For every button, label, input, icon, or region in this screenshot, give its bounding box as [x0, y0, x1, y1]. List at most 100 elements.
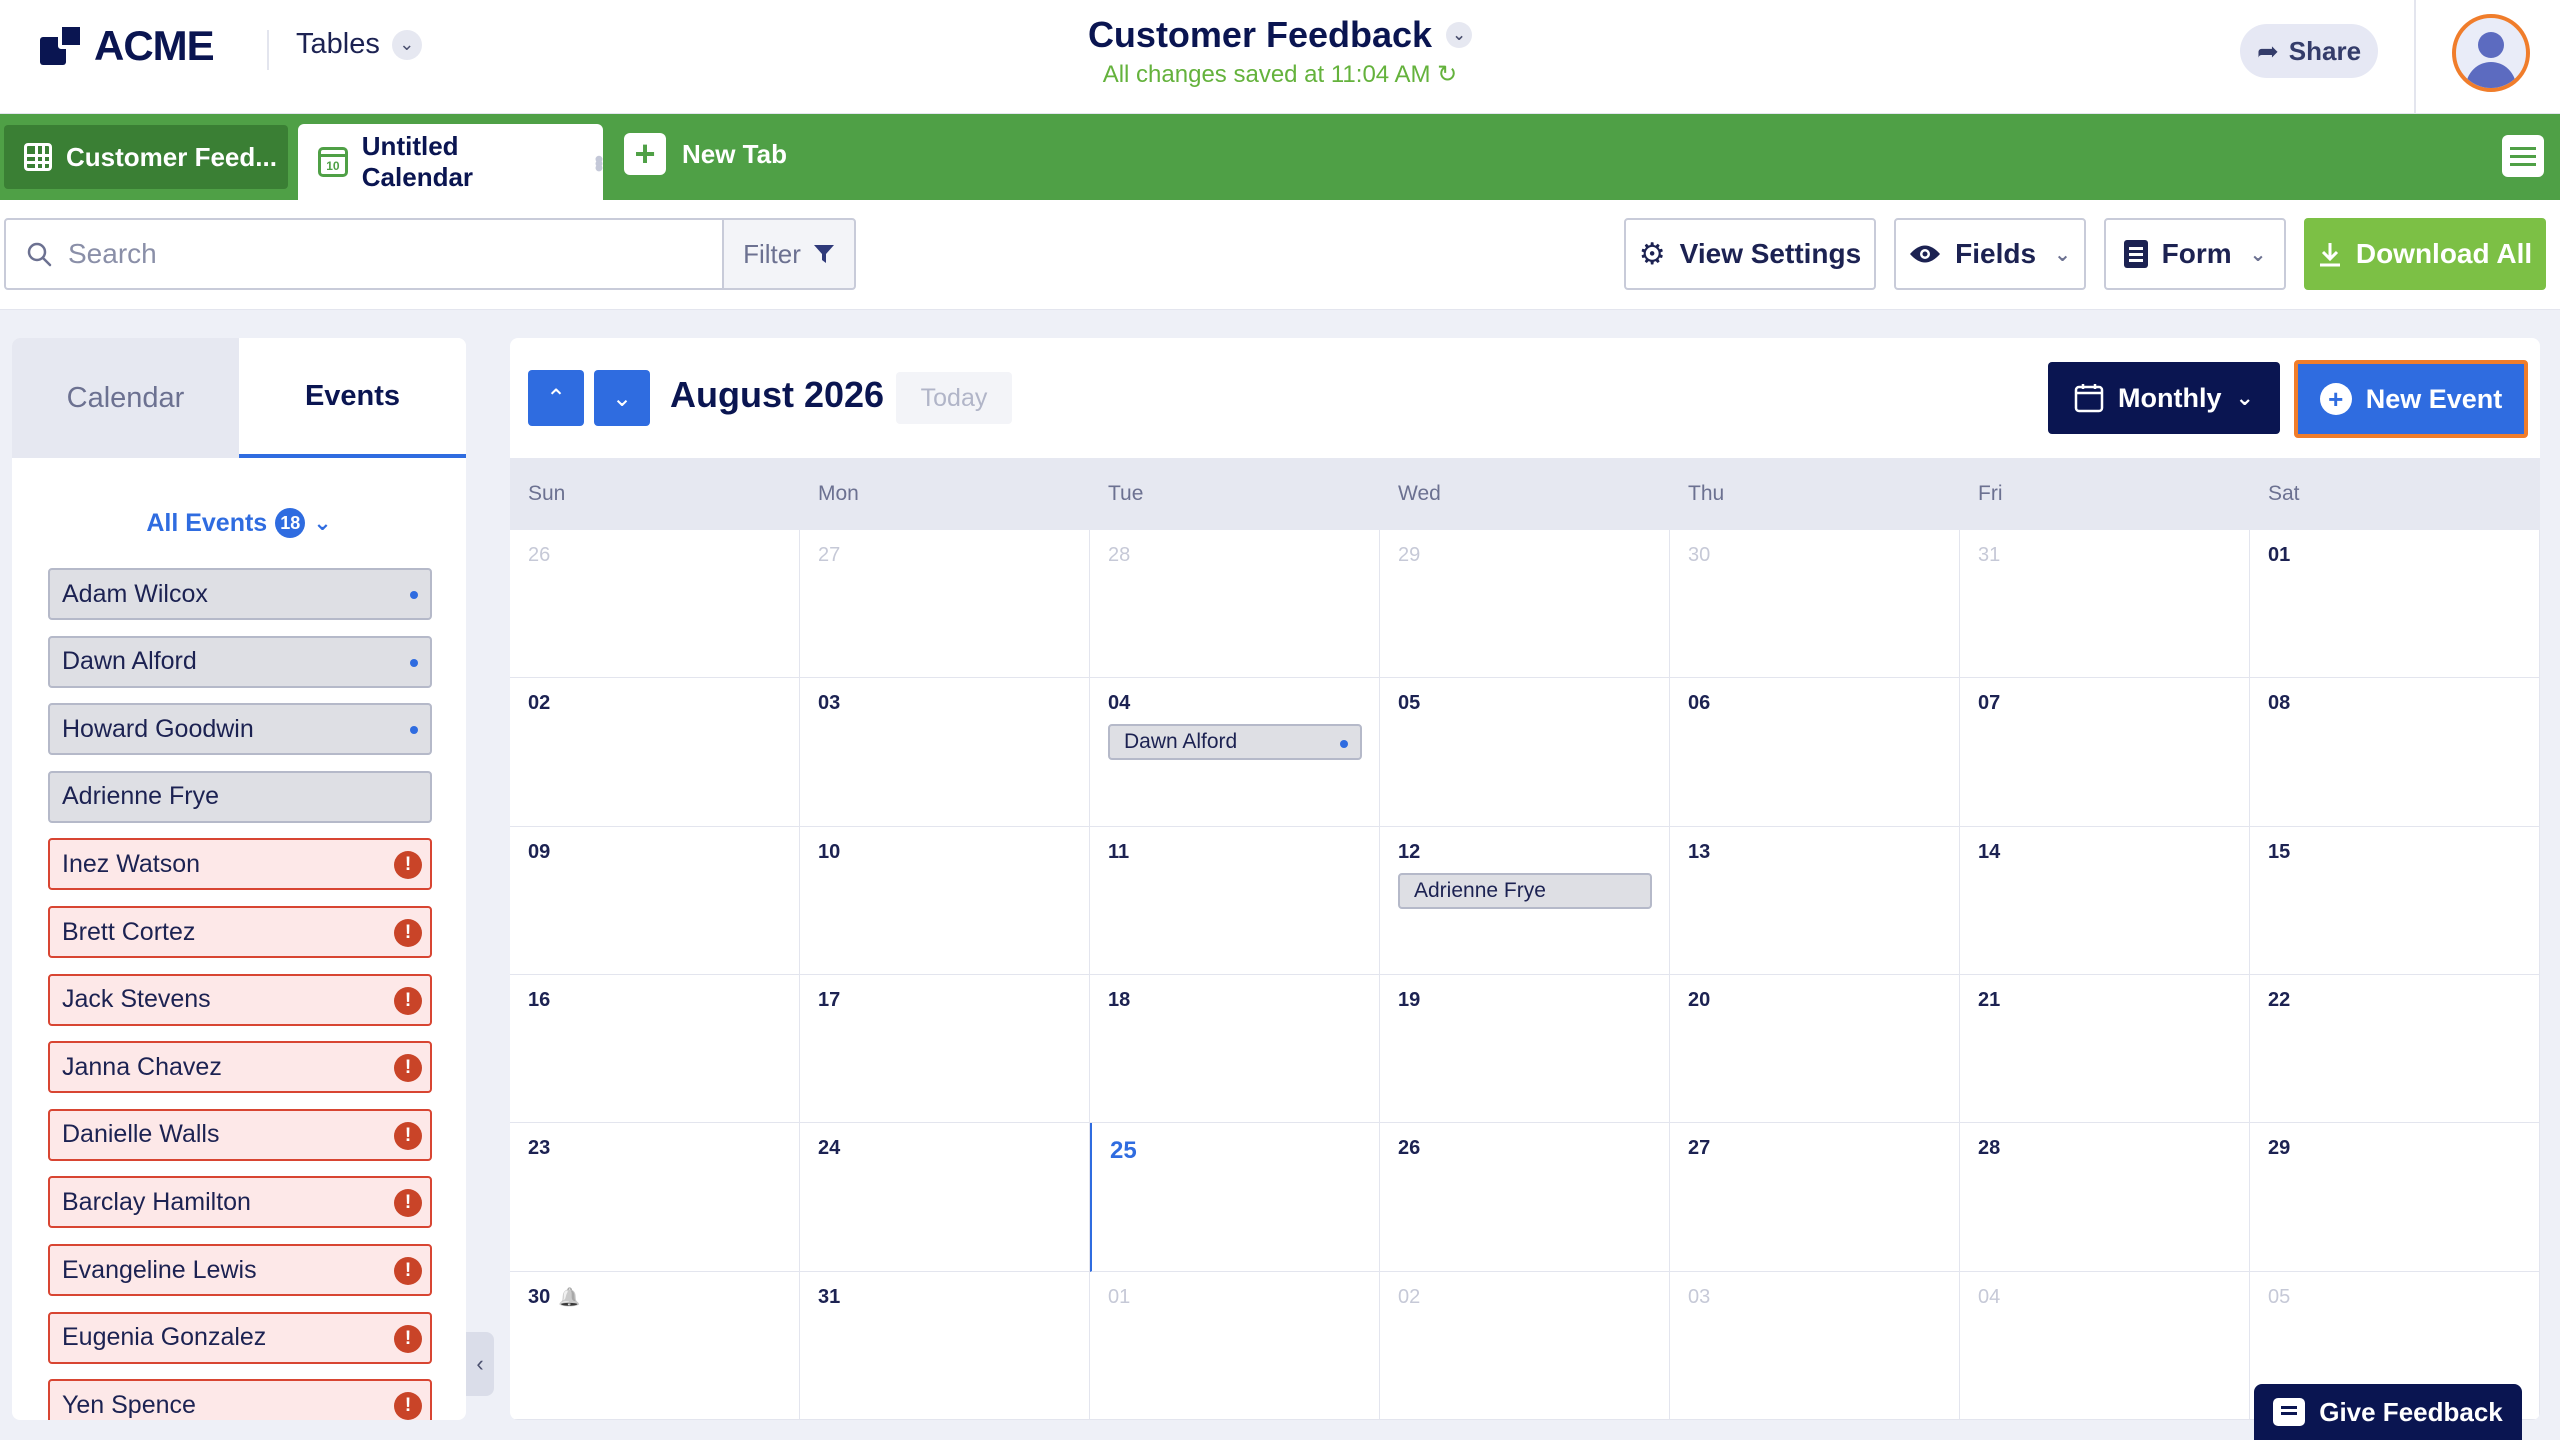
collapse-sidebar-button[interactable]: ‹	[466, 1332, 494, 1396]
day-cell[interactable]: 16	[510, 975, 800, 1124]
event-list-item[interactable]: Adam Wilcox	[48, 568, 432, 620]
day-cell[interactable]: 18	[1090, 975, 1380, 1124]
event-list-item[interactable]: Adrienne Frye	[48, 770, 432, 823]
day-cell[interactable]: 26	[510, 530, 800, 679]
event-list-item[interactable]: Janna Chavez!	[48, 1041, 432, 1094]
day-cell[interactable]: 15	[2250, 826, 2540, 975]
day-cell[interactable]: 10	[800, 826, 1090, 975]
day-cell[interactable]: 21	[1960, 975, 2250, 1124]
day-cell[interactable]: 19	[1380, 975, 1670, 1124]
day-cell[interactable]: 26	[1380, 1123, 1670, 1272]
event-list-item[interactable]: Danielle Walls!	[48, 1108, 432, 1161]
today-button[interactable]: Today	[896, 372, 1012, 424]
day-cell[interactable]: 28	[1960, 1123, 2250, 1272]
day-cell[interactable]: 31	[1960, 530, 2250, 679]
tab-options-icon[interactable]: •••	[585, 155, 612, 168]
day-cell[interactable]: 24	[800, 1123, 1090, 1272]
search-input[interactable]	[68, 238, 668, 270]
fields-dropdown[interactable]: Fields ⌄	[1894, 218, 2086, 290]
share-button[interactable]: ➦ Share	[2240, 24, 2378, 78]
document-title[interactable]: Customer Feedback ⌄	[1087, 14, 1473, 56]
day-cell[interactable]: 20	[1670, 975, 1960, 1124]
view-mode-label: Monthly	[2118, 382, 2222, 413]
event-list-item[interactable]: Howard Goodwin	[48, 703, 432, 756]
download-all-button[interactable]: Download All	[2304, 218, 2546, 290]
filter-button[interactable]: Filter	[722, 218, 856, 290]
all-events-dropdown[interactable]: All Events 18 ⌄	[12, 508, 466, 538]
search-box[interactable]	[4, 218, 724, 290]
day-cell[interactable]: 02	[510, 678, 800, 827]
fields-label: Fields	[1955, 238, 2037, 269]
day-cell[interactable]: 27	[800, 530, 1090, 679]
day-number: 21	[1978, 989, 2000, 1012]
new-tab-button[interactable]: + New Tab	[624, 133, 787, 175]
day-number: 12	[1398, 841, 1420, 864]
event-list-item[interactable]: Dawn Alford	[48, 635, 432, 688]
day-number: 28	[1978, 1137, 2000, 1160]
header-divider-right	[2414, 0, 2416, 114]
error-icon: !	[394, 986, 422, 1015]
calendar-event[interactable]: Adrienne Frye	[1398, 872, 1652, 909]
day-cell[interactable]: 12 Adrienne Frye	[1380, 826, 1670, 975]
event-list-item[interactable]: Jack Stevens!	[48, 973, 432, 1026]
day-cell[interactable]: 23	[510, 1123, 800, 1272]
day-cell[interactable]: 01	[2250, 530, 2540, 679]
day-cell[interactable]: 30 🔔	[510, 1271, 800, 1420]
day-cell-today[interactable]: 25	[1090, 1123, 1380, 1272]
day-number-text: 05	[2268, 1285, 2291, 1308]
event-name: Brett Cortez	[62, 917, 196, 946]
event-list-item[interactable]: Brett Cortez!	[48, 906, 432, 958]
day-number: 23	[528, 1137, 550, 1160]
tab-events[interactable]: Events	[239, 338, 466, 458]
day-number: 02	[528, 692, 550, 715]
day-number: 17	[818, 989, 840, 1012]
day-cell[interactable]: 28	[1090, 530, 1380, 679]
day-cell[interactable]: 02	[1380, 1271, 1670, 1420]
event-list-item[interactable]: Yen Spence!	[48, 1379, 432, 1420]
day-cell[interactable]: 13	[1670, 826, 1960, 975]
calendar-event[interactable]: Dawn Alford	[1108, 724, 1362, 761]
day-number-text: 28	[1108, 544, 1131, 566]
title-chevron-down-icon[interactable]: ⌄	[1446, 22, 1473, 48]
day-cell[interactable]: 07	[1960, 678, 2250, 827]
day-cell[interactable]: 27	[1670, 1123, 1960, 1272]
day-cell[interactable]: 09	[510, 826, 800, 975]
day-cell[interactable]: 03	[1670, 1271, 1960, 1420]
day-cell[interactable]: 01	[1090, 1271, 1380, 1420]
day-cell[interactable]: 30	[1670, 530, 1960, 679]
event-list-item[interactable]: Eugenia Gonzalez!	[48, 1311, 432, 1364]
day-cell[interactable]: 06	[1670, 678, 1960, 827]
day-cell[interactable]: 31	[800, 1271, 1090, 1420]
event-list-item[interactable]: Inez Watson!	[48, 838, 432, 891]
day-cell[interactable]: 03	[800, 678, 1090, 827]
day-cell[interactable]: 08	[2250, 678, 2540, 827]
tab-untitled-calendar[interactable]: 10 Untitled Calendar •••	[298, 124, 612, 200]
user-avatar[interactable]	[2452, 14, 2530, 92]
error-icon: !	[394, 1054, 422, 1083]
bell-icon[interactable]: 🔔	[558, 1287, 580, 1308]
next-month-button[interactable]: ⌄	[594, 370, 650, 426]
view-mode-dropdown[interactable]: Monthly ⌄	[2048, 362, 2280, 434]
day-cell[interactable]: 22	[2250, 975, 2540, 1124]
day-cell[interactable]: 29	[1380, 530, 1670, 679]
status-dot-icon	[1340, 740, 1348, 749]
day-number-text: 27	[818, 544, 841, 566]
hamburger-menu-button[interactable]	[2502, 135, 2544, 177]
previous-month-button[interactable]: ⌃	[528, 370, 584, 426]
view-settings-button[interactable]: ⚙ View Settings	[1624, 218, 1876, 290]
new-event-button[interactable]: + New Event	[2294, 360, 2528, 438]
event-list-item[interactable]: Evangeline Lewis!	[48, 1244, 432, 1296]
day-cell[interactable]: 29	[2250, 1123, 2540, 1272]
day-cell[interactable]: 14	[1960, 826, 2250, 975]
day-cell[interactable]: 04 Dawn Alford	[1090, 678, 1380, 827]
day-cell[interactable]: 05	[1380, 678, 1670, 827]
document-title-text: Customer Feedback	[1087, 14, 1433, 55]
form-dropdown[interactable]: Form ⌄	[2104, 218, 2286, 290]
day-cell[interactable]: 04	[1960, 1271, 2250, 1420]
event-list-item[interactable]: Barclay Hamilton!	[48, 1176, 432, 1229]
tab-customer-feedback[interactable]: Customer Feed...	[4, 125, 288, 189]
give-feedback-button[interactable]: Give Feedback	[2254, 1384, 2522, 1440]
day-cell[interactable]: 17	[800, 975, 1090, 1124]
tab-calendar[interactable]: Calendar	[12, 338, 239, 458]
day-cell[interactable]: 11	[1090, 826, 1380, 975]
